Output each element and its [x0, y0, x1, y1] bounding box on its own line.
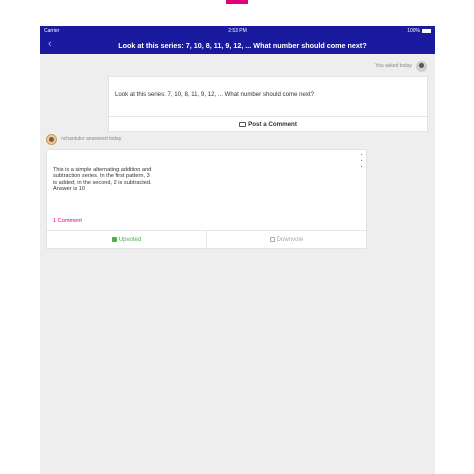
- answer-card: · · · This is a simple alternating additio…: [46, 149, 367, 249]
- answer-text: This is a simple alternating addition an…: [53, 167, 152, 192]
- battery-icon: [422, 29, 431, 33]
- battery-percent: 100%: [407, 28, 420, 34]
- question-card: Look at this series: 7, 10, 8, 11, 9, 12…: [108, 76, 428, 132]
- asked-label: You asked today: [375, 63, 412, 69]
- status-bar: Carrier 2:53 PM 100%: [40, 26, 435, 37]
- upvote-button[interactable]: Upvoted: [47, 231, 207, 248]
- downvote-label: Downvote: [276, 236, 304, 243]
- comments-link[interactable]: 1 Comment: [53, 218, 82, 224]
- answerer-label: nchantutor answered today: [61, 136, 122, 142]
- more-vertical-icon[interactable]: · · ·: [361, 152, 363, 171]
- navigation-bar: ‹ Look at this series: 7, 10, 8, 11, 9, …: [40, 37, 435, 54]
- answer-meta: nchantutor answered today: [46, 132, 121, 146]
- thumbs-up-icon: [111, 237, 117, 242]
- thumbs-down-icon: [269, 237, 275, 242]
- app-window: Carrier 2:53 PM 100% ‹ Look at this seri…: [40, 26, 435, 474]
- status-time: 2:53 PM: [228, 28, 247, 34]
- top-accent-tab: [226, 0, 248, 4]
- vote-bar: Upvoted Downvote: [47, 230, 366, 248]
- post-comment-label: Post a Comment: [248, 120, 297, 128]
- downvote-button[interactable]: Downvote: [207, 231, 366, 248]
- post-comment-button[interactable]: Post a Comment: [109, 116, 427, 131]
- battery-indicator: 100%: [407, 28, 431, 34]
- question-meta: You asked today: [375, 60, 427, 72]
- question-text: Look at this series: 7, 10, 8, 11, 9, 12…: [115, 91, 315, 98]
- back-chevron-icon[interactable]: ‹: [48, 38, 52, 50]
- answerer-avatar[interactable]: [46, 133, 57, 145]
- page-title: Look at this series: 7, 10, 8, 11, 9, 12…: [118, 41, 367, 50]
- asker-avatar[interactable]: [416, 60, 427, 72]
- upvote-label: Upvoted: [118, 236, 142, 243]
- comment-icon: [239, 121, 247, 127]
